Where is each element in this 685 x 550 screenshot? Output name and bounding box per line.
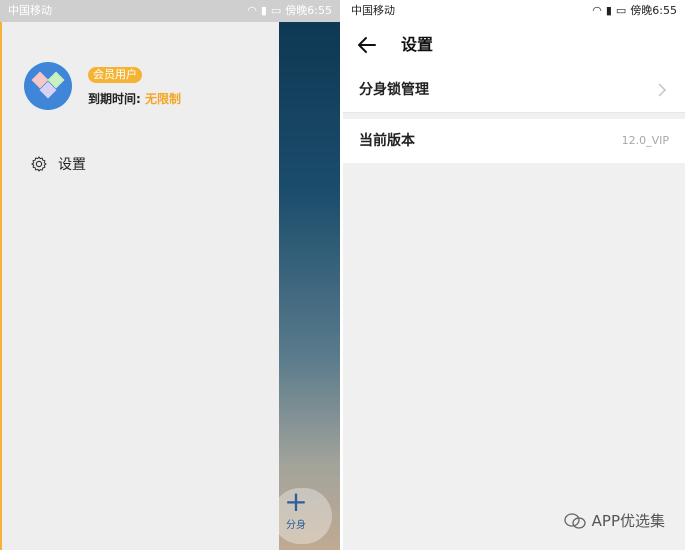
avatar[interactable] bbox=[24, 62, 72, 110]
back-button[interactable] bbox=[353, 31, 381, 59]
wifi-icon: ◠ bbox=[592, 4, 602, 17]
left-screen: + 分身 会员用户 到期时间: 无限制 设置 中国移动 ◠ ▮ ▭ 傍晚6:55 bbox=[0, 0, 340, 550]
gear-icon bbox=[31, 156, 47, 172]
status-bar: 中国移动 ◠ ▮ ▭ 傍晚6:55 bbox=[343, 0, 685, 22]
right-screen: 中国移动 ◠ ▮ ▭ 傍晚6:55 设置 分身锁管理 当前版本 12.0_VIP… bbox=[343, 0, 685, 550]
clock-label: 傍晚6:55 bbox=[285, 4, 332, 17]
add-clone-button[interactable]: + 分身 bbox=[272, 485, 332, 544]
plus-icon: + bbox=[284, 485, 308, 518]
chevron-right-icon bbox=[658, 83, 667, 97]
wechat-icon bbox=[563, 512, 586, 529]
fab-label: 分身 bbox=[286, 520, 306, 531]
row-label: 分身锁管理 bbox=[359, 82, 429, 98]
watermark: APP优选集 bbox=[563, 510, 665, 531]
version-value: 12.0_VIP bbox=[621, 134, 669, 147]
clock-label: 傍晚6:55 bbox=[630, 4, 677, 17]
vip-badge: 会员用户 bbox=[88, 67, 142, 83]
drawer-item-settings[interactable]: 设置 bbox=[30, 154, 86, 174]
status-icons: ◠ ▮ ▭ 傍晚6:55 bbox=[592, 0, 677, 22]
app-bar: 设置 bbox=[343, 22, 685, 69]
navigation-drawer: 会员用户 到期时间: 无限制 设置 bbox=[0, 0, 279, 550]
settings-row-version: 当前版本 12.0_VIP bbox=[343, 119, 685, 163]
battery-icon: ▭ bbox=[615, 4, 627, 17]
expire-value: 无限制 bbox=[145, 92, 182, 106]
expire-info: 到期时间: 无限制 bbox=[88, 90, 181, 107]
arrow-left-icon bbox=[358, 37, 376, 53]
app-logo-icon bbox=[31, 71, 65, 99]
page-title: 设置 bbox=[401, 35, 434, 54]
status-icons: ◠ ▮ ▭ 傍晚6:55 bbox=[247, 0, 332, 22]
status-bar: 中国移动 ◠ ▮ ▭ 傍晚6:55 bbox=[0, 0, 340, 22]
watermark-text: APP优选集 bbox=[591, 512, 665, 530]
settings-row-clone-lock[interactable]: 分身锁管理 bbox=[343, 68, 685, 113]
wifi-icon: ◠ bbox=[247, 4, 257, 17]
carrier-label: 中国移动 bbox=[351, 4, 395, 17]
signal-icon: ▮ bbox=[260, 4, 267, 17]
expire-label: 到期时间: bbox=[88, 92, 141, 106]
battery-icon: ▭ bbox=[270, 4, 282, 17]
drawer-item-label: 设置 bbox=[58, 157, 86, 173]
row-label: 当前版本 bbox=[359, 133, 415, 149]
carrier-label: 中国移动 bbox=[8, 4, 52, 17]
signal-icon: ▮ bbox=[605, 4, 612, 17]
